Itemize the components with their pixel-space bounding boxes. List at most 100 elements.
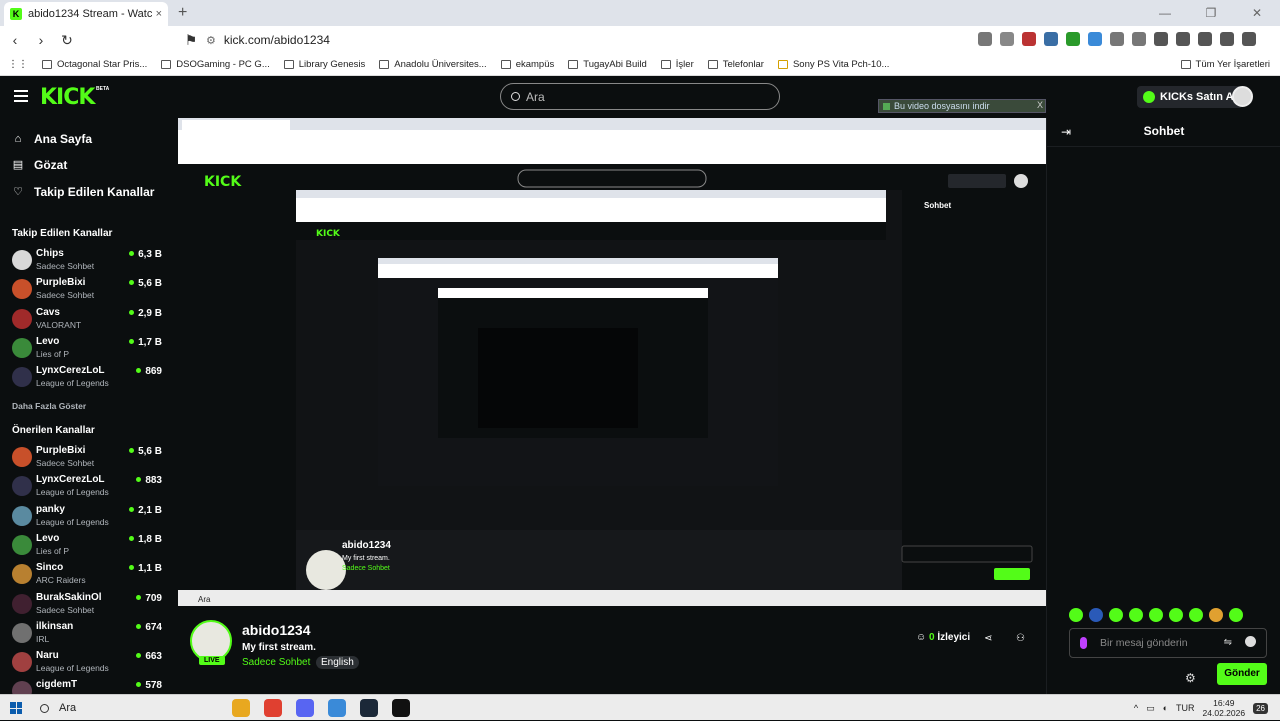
channel-item[interactable]: Levo Lies of P 1,8 B	[12, 533, 162, 559]
bookmark-item[interactable]: Anadolu Üniversites...	[379, 59, 487, 70]
emote-icon[interactable]	[1169, 608, 1183, 622]
bookmark-item[interactable]: ekampüs	[500, 59, 554, 70]
user-avatar[interactable]	[1232, 86, 1253, 107]
taskbar-search[interactable]: Ara	[36, 697, 216, 719]
bookmark-item[interactable]: DSOGaming - PC G...	[161, 59, 270, 70]
emote-icon[interactable]	[1109, 608, 1123, 622]
obs-icon[interactable]	[392, 699, 410, 717]
volume-icon[interactable]: ◐	[1163, 703, 1168, 713]
extension-icon[interactable]	[1000, 32, 1014, 46]
bookmark-item[interactable]: Library Genesis	[283, 59, 365, 70]
steam-icon[interactable]	[360, 699, 378, 717]
windows-start-icon[interactable]	[10, 702, 22, 714]
bookmark-item[interactable]: Octagonal Star Pris...	[42, 59, 147, 70]
channel-name: ilkinsan	[36, 620, 74, 632]
chat-settings-icon[interactable]: ⚙	[1185, 671, 1196, 685]
channel-item[interactable]: LynxCerezLoL League of Legends 883	[12, 474, 162, 500]
extension-icon[interactable]	[978, 32, 992, 46]
emote-icon[interactable]	[1089, 608, 1103, 622]
emote-icon[interactable]	[1129, 608, 1143, 622]
send-message-button[interactable]: Gönder	[1217, 663, 1267, 685]
channel-item[interactable]: Chips Sadece Sohbet 6,3 B	[12, 248, 162, 274]
music-icon[interactable]	[1154, 32, 1168, 46]
close-window-icon[interactable]: ✕	[1234, 0, 1280, 26]
extension-icon[interactable]	[1022, 32, 1036, 46]
channel-item[interactable]: PurpleBixi Sadece Sohbet 5,6 B	[12, 445, 162, 471]
forward-icon[interactable]: ›	[30, 32, 52, 48]
file-explorer-icon[interactable]	[232, 699, 250, 717]
emoji-icon[interactable]	[1245, 636, 1256, 647]
channel-item[interactable]: PurpleBixi Sadece Sohbet 5,6 B	[12, 277, 162, 303]
show-more-link[interactable]: Daha Fazla Göster	[12, 401, 86, 411]
buy-kicks-button[interactable]: KICKs Satın Al	[1137, 86, 1243, 108]
emote-icon[interactable]	[1229, 608, 1243, 622]
emote-icon[interactable]	[1189, 608, 1203, 622]
bookmark-folder[interactable]: İşler	[660, 59, 694, 70]
search-input[interactable]: Ara	[500, 83, 780, 110]
channel-item[interactable]: Sinco ARC Raiders 1,1 B	[12, 562, 162, 588]
channel-item[interactable]: panky League of Legends 2,1 B	[12, 504, 162, 530]
download-video-bar[interactable]: Bu video dosyasını indir X	[878, 99, 1046, 113]
bookmark-folder[interactable]: TugayAbi Build	[568, 59, 647, 70]
bookmark-icon[interactable]: ⚑	[180, 32, 202, 49]
kick-logo[interactable]: KICK	[40, 85, 95, 110]
tab-close-button[interactable]: ×	[156, 8, 162, 20]
channel-item[interactable]: BurakSakinOl Sadece Sohbet 709	[12, 592, 162, 618]
stream-category[interactable]: Sadece Sohbet	[242, 657, 310, 668]
discord-icon[interactable]	[296, 699, 314, 717]
translate-icon[interactable]: ⇋	[1224, 637, 1232, 648]
channel-item[interactable]: cigdemT 578	[12, 679, 162, 694]
nav-browse[interactable]: ▤ Gözat	[12, 158, 68, 172]
restore-icon[interactable]: ❐	[1188, 0, 1234, 26]
new-tab-button[interactable]: +	[178, 2, 187, 26]
bookmark-item[interactable]: Sony PS Vita Pch-10...	[777, 59, 889, 70]
share-icon[interactable]: ⋖	[984, 633, 992, 644]
channel-item[interactable]: Cavs VALORANT 2,9 B	[12, 307, 162, 333]
vpn-icon[interactable]	[1220, 32, 1234, 46]
extension-icon[interactable]	[1132, 32, 1146, 46]
bookmark-folder[interactable]: Telefonlar	[707, 59, 764, 70]
chat-message-input[interactable]: Bir mesaj gönderin ⇋	[1069, 628, 1267, 658]
download-bar-close-button[interactable]: X	[1037, 100, 1043, 110]
clock[interactable]: 16:49 24.02.2026	[1203, 698, 1246, 718]
nav-home[interactable]: ⌂ Ana Sayfa	[12, 132, 92, 146]
browser-tab[interactable]: K abido1234 Stream - Watch Live o... ×	[4, 2, 168, 26]
emote-icon[interactable]	[1069, 608, 1083, 622]
network-icon[interactable]: ▭	[1146, 703, 1155, 714]
follow-icon[interactable]: ⚇	[1016, 633, 1025, 644]
extension-icon[interactable]	[1066, 32, 1080, 46]
channel-item[interactable]: Naru League of Legends 663	[12, 650, 162, 676]
channel-item[interactable]: ilkinsan IRL 674	[12, 621, 162, 647]
reload-icon[interactable]: ↻	[56, 32, 78, 49]
site-info-icon[interactable]: ⚙	[206, 34, 216, 47]
all-bookmarks-folder[interactable]: Tüm Yer İşaretleri	[1180, 59, 1270, 70]
channel-item[interactable]: LynxCerezLoL League of Legends 869	[12, 365, 162, 391]
sidebar-icon[interactable]	[1176, 32, 1190, 46]
video-player[interactable]: KICK KICK Ara nested stream abido1234 My…	[178, 118, 1046, 606]
channel-category: Lies of P	[36, 348, 70, 359]
emote-icon[interactable]	[1149, 608, 1163, 622]
microphone-icon[interactable]	[1080, 637, 1087, 649]
kick-header: KICK BETA Ara KICKs Satın Al	[0, 76, 1280, 118]
extension-icon[interactable]	[1088, 32, 1102, 46]
language-tag[interactable]: English	[316, 656, 359, 669]
notification-badge[interactable]: 26	[1253, 702, 1268, 714]
channel-item[interactable]: Levo Lies of P 1,7 B	[12, 336, 162, 362]
nav-following[interactable]: ♡ Takip Edilen Kanallar	[12, 185, 154, 199]
back-icon[interactable]: ‹	[4, 32, 26, 48]
brave-browser-icon[interactable]	[264, 699, 282, 717]
minimize-icon[interactable]: —	[1142, 0, 1188, 26]
apps-icon[interactable]: ⋮⋮	[8, 59, 28, 70]
app-icon[interactable]	[328, 699, 346, 717]
extension-icon[interactable]	[1044, 32, 1058, 46]
menu-icon[interactable]	[1242, 32, 1256, 46]
extension-icon[interactable]	[1110, 32, 1124, 46]
language-indicator[interactable]: TUR	[1176, 703, 1195, 713]
chevron-up-icon[interactable]: ^	[1134, 703, 1138, 713]
address-bar[interactable]: ⚙ kick.com/abido1234	[200, 30, 890, 50]
download-icon[interactable]	[1198, 32, 1212, 46]
hamburger-menu-icon[interactable]	[14, 90, 28, 102]
emote-icon[interactable]	[1209, 608, 1223, 622]
streamer-name[interactable]: abido1234	[242, 622, 310, 638]
chat-divider	[1047, 146, 1280, 147]
